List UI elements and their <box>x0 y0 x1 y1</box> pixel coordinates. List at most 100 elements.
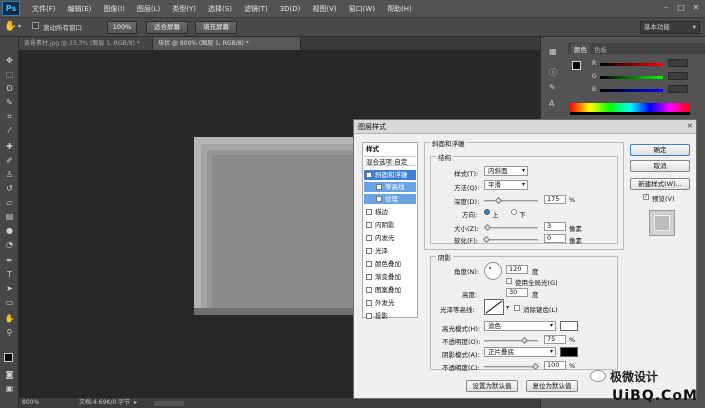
menu-window[interactable]: 窗口(W) <box>349 4 375 14</box>
foreground-color-swatch[interactable] <box>572 61 581 70</box>
effect-satin[interactable]: 光泽 <box>364 246 416 256</box>
depth-input[interactable]: 175 <box>544 195 566 204</box>
horizontal-scrollbar[interactable] <box>154 401 184 406</box>
blue-slider[interactable] <box>600 89 663 92</box>
menu-select[interactable]: 选择(S) <box>208 4 232 14</box>
checkbox[interactable] <box>366 235 372 241</box>
menu-layer[interactable]: 图层(L) <box>137 4 160 14</box>
soften-input[interactable]: 0 <box>544 234 566 243</box>
highlight-opacity-input[interactable]: 75 <box>544 335 566 344</box>
lasso-tool-icon[interactable]: ʘ <box>3 83 16 95</box>
checkbox[interactable] <box>366 209 372 215</box>
gloss-contour-picker[interactable] <box>484 299 504 315</box>
altitude-input[interactable]: 30 <box>506 288 528 297</box>
effect-texture[interactable]: 纹理 <box>364 194 416 204</box>
menu-image[interactable]: 图像(I) <box>103 4 125 14</box>
zoom-tool-icon[interactable]: ⚲ <box>3 327 16 339</box>
cancel-button[interactable]: 取消 <box>630 160 690 172</box>
menu-filter[interactable]: 滤镜(T) <box>244 4 268 14</box>
effect-pattern-overlay[interactable]: 图案叠加 <box>364 285 416 295</box>
scroll-all-checkbox[interactable] <box>32 22 39 29</box>
angle-input[interactable]: 120 <box>506 265 528 274</box>
tab-background-material[interactable]: 背景素材.jpg @ 33.3% (图层 1, RGB/8) * <box>19 37 153 50</box>
brush-preset-icon[interactable]: ✎ <box>549 83 561 93</box>
green-slider[interactable] <box>600 76 663 79</box>
technique-select[interactable]: 平滑 <box>484 180 528 190</box>
clone-stamp-icon[interactable]: ♙ <box>3 169 16 181</box>
character-icon[interactable]: A <box>549 99 561 109</box>
menu-3d[interactable]: 3D(D) <box>280 5 301 13</box>
effect-stroke[interactable]: 描边 <box>364 207 416 217</box>
blending-options-item[interactable]: 混合选项:自定 <box>364 156 416 166</box>
dodge-tool-icon[interactable]: ◔ <box>3 239 16 251</box>
red-value-input[interactable] <box>668 59 688 67</box>
checkbox[interactable] <box>366 261 372 267</box>
highlight-color-swatch[interactable] <box>560 321 578 331</box>
maximize-icon[interactable]: □ <box>675 2 687 14</box>
red-slider[interactable] <box>600 63 663 66</box>
effect-drop-shadow[interactable]: 投影 <box>364 311 416 321</box>
checkbox[interactable] <box>366 248 372 254</box>
menu-help[interactable]: 帮助(H) <box>387 4 412 14</box>
shadow-mode-select[interactable]: 正片叠底 <box>484 347 556 357</box>
history-icon[interactable]: ▦ <box>549 47 561 57</box>
fit-screen-button[interactable]: 适合屏幕 <box>146 21 188 34</box>
properties-icon[interactable]: ⓘ <box>549 67 561 77</box>
tab-swatches[interactable]: 色板 <box>594 44 607 54</box>
menu-file[interactable]: 文件(F) <box>32 4 56 14</box>
pen-tool-icon[interactable]: ✒ <box>3 255 16 267</box>
new-style-button[interactable]: 新建样式(W)... <box>630 178 690 190</box>
healing-brush-icon[interactable]: ✚ <box>3 141 16 153</box>
shadow-opacity-slider[interactable] <box>484 362 540 371</box>
soften-slider[interactable] <box>482 235 538 244</box>
hand-tool-icon[interactable]: ✋ <box>3 313 16 325</box>
foreground-color-swatch[interactable] <box>4 353 13 362</box>
effect-inner-glow[interactable]: 内发光 <box>364 233 416 243</box>
checkbox[interactable] <box>376 184 382 190</box>
checkbox[interactable] <box>376 196 382 202</box>
checkbox[interactable] <box>366 274 372 280</box>
path-select-icon[interactable]: ➤ <box>3 283 16 295</box>
zoom-100-button[interactable]: 100% <box>107 21 137 34</box>
effect-contour[interactable]: 等高线 <box>364 182 416 192</box>
ok-button[interactable]: 确定 <box>630 144 690 156</box>
effect-gradient-overlay[interactable]: 渐变叠加 <box>364 272 416 282</box>
reset-default-button[interactable]: 复位为默认值 <box>526 380 578 392</box>
menu-view[interactable]: 视图(V) <box>312 4 336 14</box>
blur-tool-icon[interactable]: ● <box>3 225 16 237</box>
effect-color-overlay[interactable]: 颜色叠加 <box>364 259 416 269</box>
anti-alias-checkbox[interactable] <box>514 305 520 311</box>
history-brush-icon[interactable]: ↺ <box>3 183 16 195</box>
rectangle-tool-icon[interactable]: ▭ <box>3 297 16 309</box>
effect-inner-shadow[interactable]: 内阴影 <box>364 220 416 230</box>
highlight-mode-select[interactable]: 滤色 <box>484 321 556 331</box>
angle-dial[interactable] <box>484 262 502 280</box>
zoom-level[interactable]: 800% <box>22 398 39 408</box>
chevron-down-icon[interactable]: ▾ <box>506 304 509 311</box>
checkbox-checked[interactable]: ✓ <box>366 172 372 178</box>
quick-mask-icon[interactable]: ◙ <box>3 369 16 381</box>
shadow-color-swatch[interactable] <box>560 347 578 357</box>
size-input[interactable]: 3 <box>544 222 566 231</box>
close-icon[interactable]: ✕ <box>690 2 702 14</box>
checkbox[interactable] <box>366 300 372 306</box>
preview-checkbox[interactable]: ✓ <box>643 194 649 200</box>
global-light-checkbox[interactable] <box>506 278 512 284</box>
move-tool-icon[interactable]: ✥ <box>3 55 16 67</box>
style-select[interactable]: 内斜面 <box>484 166 528 176</box>
brush-tool-icon[interactable]: ✐ <box>3 155 16 167</box>
crop-tool-icon[interactable]: ⌗ <box>3 111 16 123</box>
minimize-icon[interactable]: – <box>660 2 672 14</box>
direction-down-radio[interactable] <box>511 209 517 215</box>
eyedropper-icon[interactable]: ⁄ <box>3 125 16 137</box>
green-value-input[interactable] <box>668 72 688 80</box>
direction-up-radio[interactable] <box>484 209 490 215</box>
blue-value-input[interactable] <box>668 85 688 93</box>
effect-outer-glow[interactable]: 外发光 <box>364 298 416 308</box>
quick-select-icon[interactable]: ✎ <box>3 97 16 109</box>
chevron-down-icon[interactable]: ▾ <box>18 23 21 30</box>
type-tool-icon[interactable]: T <box>3 269 16 281</box>
styles-heading[interactable]: 样式 <box>364 144 416 154</box>
menu-type[interactable]: 类型(Y) <box>172 4 196 14</box>
gradient-tool-icon[interactable]: ▤ <box>3 211 16 223</box>
